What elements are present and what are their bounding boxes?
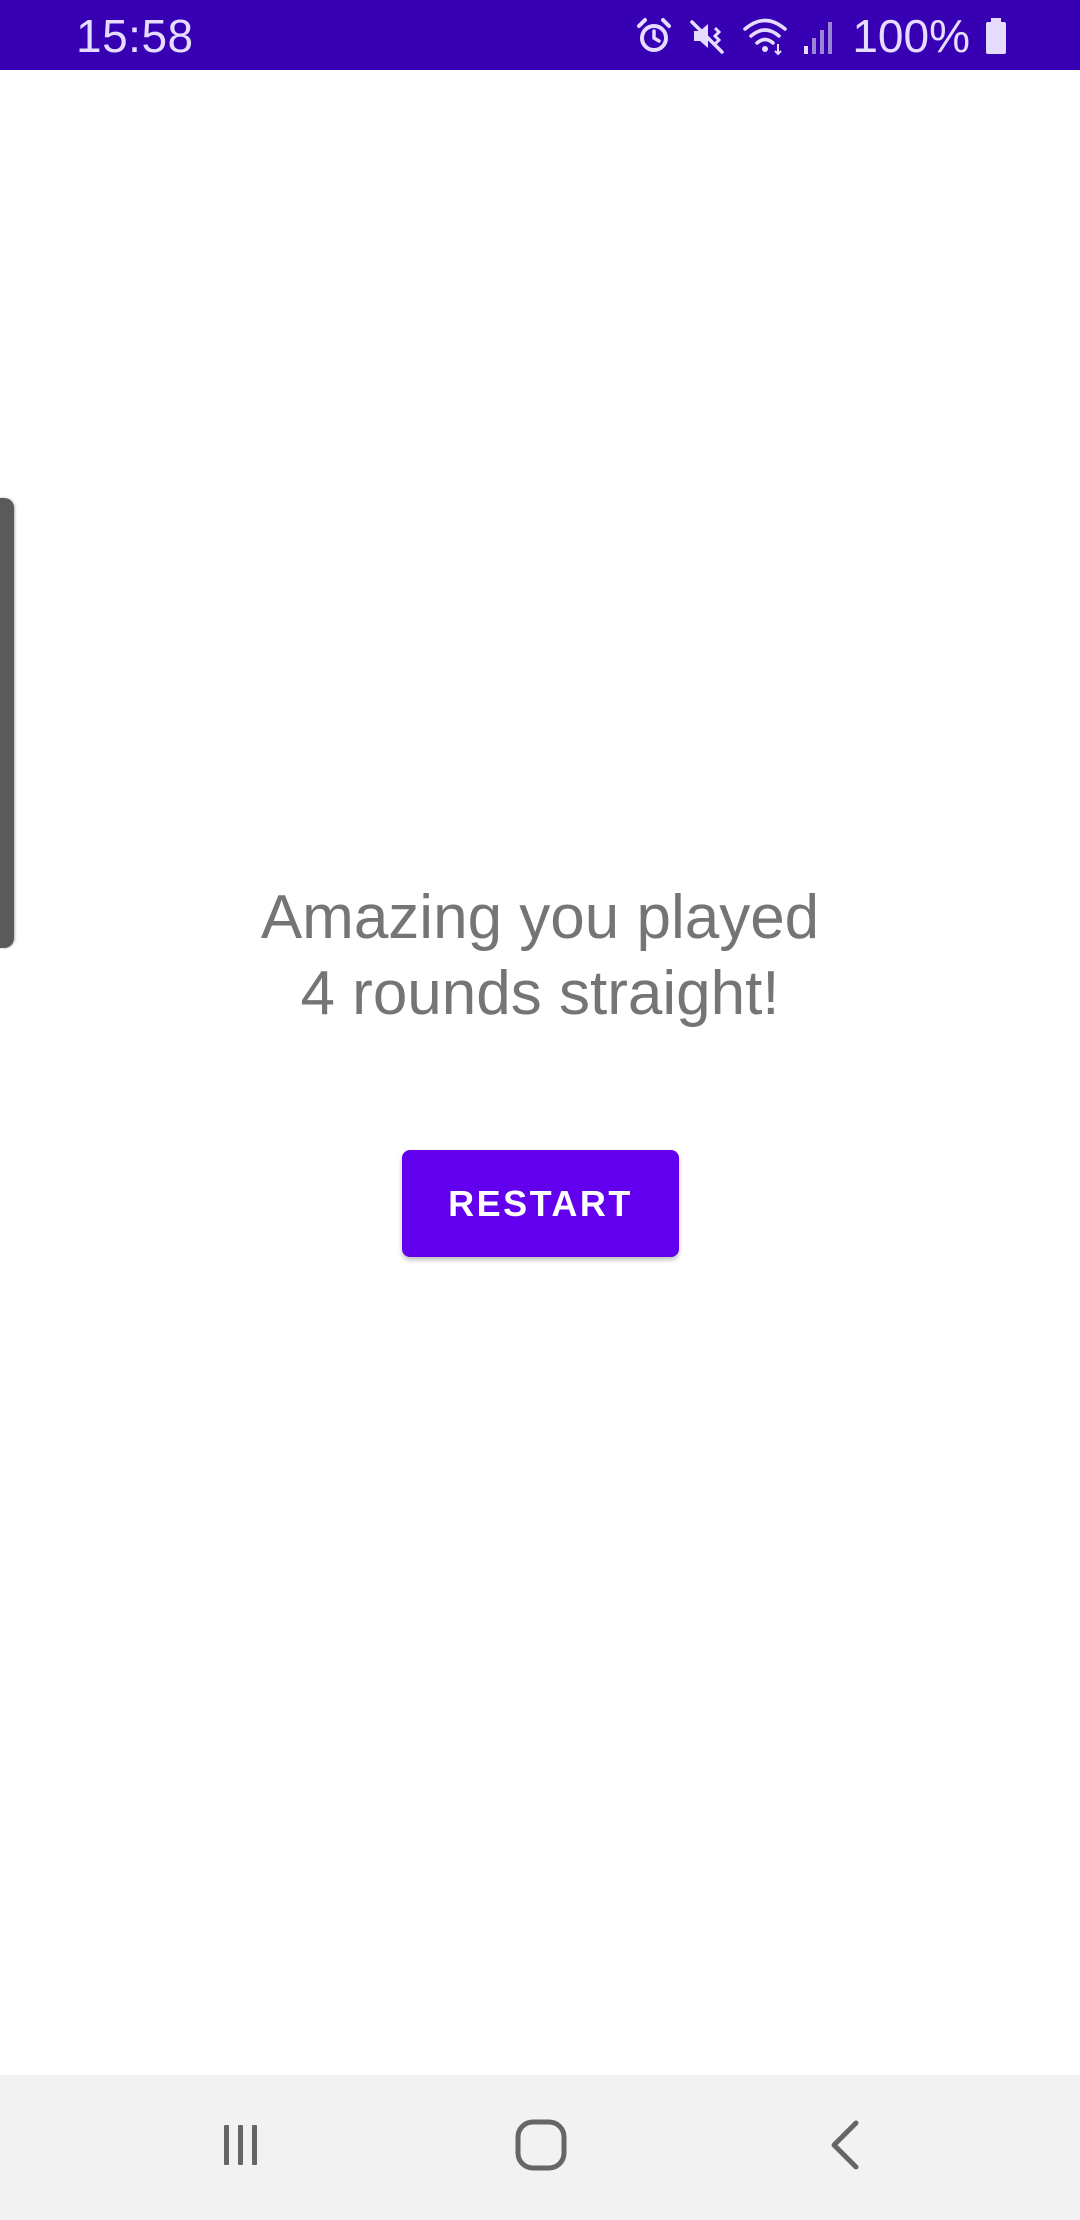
screen: 15:58 100% Amazing you played 4 rounds s… <box>0 0 1080 2220</box>
battery-percent: 100% <box>852 10 970 62</box>
result-message: Amazing you played 4 rounds straight! <box>0 880 1080 1032</box>
battery-icon <box>984 16 1008 56</box>
status-bar: 15:58 100% <box>0 0 1080 70</box>
signal-icon <box>802 16 838 56</box>
alarm-icon <box>634 16 674 56</box>
restart-button[interactable]: RESTART <box>402 1150 679 1257</box>
mute-vibrate-icon <box>688 16 728 56</box>
result-message-line2: 4 rounds straight! <box>300 959 780 1028</box>
back-icon <box>820 2117 870 2178</box>
status-icons: 100% <box>634 8 1008 64</box>
navigation-bar <box>0 2075 1080 2220</box>
result-message-line1: Amazing you played <box>260 883 820 952</box>
recents-button[interactable] <box>140 2075 340 2220</box>
home-button[interactable] <box>441 2075 641 2220</box>
wifi-icon <box>742 16 788 56</box>
home-icon <box>513 2117 569 2178</box>
back-button[interactable] <box>745 2075 945 2220</box>
status-time: 15:58 <box>76 10 194 62</box>
recents-icon <box>215 2120 265 2175</box>
